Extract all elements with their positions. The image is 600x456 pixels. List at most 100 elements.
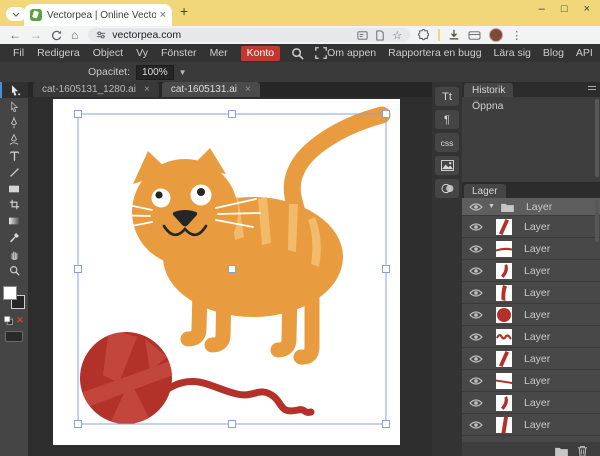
layer-thumbnail[interactable]: [496, 307, 512, 323]
close-tab-icon[interactable]: ×: [160, 9, 166, 21]
menu-item[interactable]: Mer: [210, 47, 228, 59]
visibility-eye-icon[interactable]: [469, 420, 483, 430]
tool-zoom-button[interactable]: [0, 262, 28, 278]
menu-item[interactable]: Redigera: [37, 47, 80, 59]
menu-item[interactable]: Object: [93, 47, 123, 59]
css-panel-button[interactable]: css: [435, 133, 459, 152]
reload-icon[interactable]: [51, 30, 62, 41]
layer-thumbnail[interactable]: [496, 263, 512, 279]
visibility-eye-icon[interactable]: [469, 244, 483, 254]
character-panel-button[interactable]: Tt: [435, 87, 459, 106]
menu-link[interactable]: Lära sig: [494, 47, 531, 59]
menu-item[interactable]: Fönster: [161, 47, 197, 59]
paragraph-panel-button[interactable]: ¶: [435, 110, 459, 129]
close-document-icon[interactable]: ×: [245, 84, 251, 95]
account-menu-button[interactable]: Konto: [241, 46, 280, 61]
shape-panel-button[interactable]: [435, 179, 459, 198]
visibility-eye-icon[interactable]: [469, 332, 483, 342]
search-button[interactable]: [291, 47, 304, 60]
address-bar[interactable]: vectorpea.com ☆: [88, 28, 410, 42]
new-folder-icon[interactable]: [555, 446, 568, 456]
new-tab-button[interactable]: +: [180, 3, 188, 19]
document-tab[interactable]: cat-1605131.ai ×: [162, 82, 260, 97]
reading-mode-icon[interactable]: [357, 30, 368, 41]
visibility-eye-icon[interactable]: [469, 202, 483, 212]
screen-mode-button[interactable]: [5, 331, 23, 342]
layer-thumbnail[interactable]: [496, 351, 512, 367]
tool-eyedropper-button[interactable]: [0, 230, 28, 246]
layer-row[interactable]: Layer: [462, 216, 600, 238]
layer-thumbnail[interactable]: [496, 329, 512, 345]
minimize-button[interactable]: –: [539, 3, 545, 15]
visibility-eye-icon[interactable]: [469, 288, 483, 298]
tab-search-button[interactable]: [6, 7, 26, 21]
layers-panel-tab[interactable]: Lager: [464, 184, 506, 198]
layer-name[interactable]: Layer: [524, 375, 550, 387]
layer-name[interactable]: Layer: [524, 397, 550, 409]
layers-scrollbar[interactable]: [595, 200, 599, 242]
tool-pen-button[interactable]: [0, 115, 28, 131]
layer-name[interactable]: Layer: [524, 265, 550, 277]
browser-menu-kebab-icon[interactable]: ⋮: [511, 29, 522, 42]
layer-thumbnail[interactable]: [496, 395, 512, 411]
layer-row[interactable]: Layer: [462, 414, 600, 436]
close-document-icon[interactable]: ×: [144, 84, 150, 95]
download-icon[interactable]: [448, 29, 460, 41]
menu-link[interactable]: Rapportera en bugg: [388, 47, 481, 59]
tool-direct-select-button[interactable]: [0, 98, 28, 114]
extensions-puzzle-icon[interactable]: [418, 29, 430, 41]
layer-row[interactable]: Layer: [462, 304, 600, 326]
layer-name[interactable]: Layer: [524, 287, 550, 299]
menu-link[interactable]: API: [576, 47, 593, 59]
menu-link[interactable]: Blog: [543, 47, 564, 59]
layer-row[interactable]: Layer: [462, 326, 600, 348]
canvas-area[interactable]: [28, 97, 432, 456]
tool-rectangle-button[interactable]: [0, 180, 28, 196]
layer-thumbnail[interactable]: [496, 285, 512, 301]
browser-tab[interactable]: Vectorpea | Online Vector Edito… ×: [24, 4, 172, 26]
menu-item[interactable]: Fil: [13, 47, 24, 59]
none-color-button[interactable]: ✕: [16, 315, 24, 326]
layer-thumbnail[interactable]: [496, 219, 512, 235]
layer-group-row[interactable]: ▼ Layer: [462, 198, 600, 216]
profile-avatar[interactable]: [489, 28, 503, 42]
forward-button[interactable]: →: [30, 29, 42, 41]
panel-menu-icon[interactable]: [588, 86, 596, 90]
menu-item[interactable]: Vy: [136, 47, 148, 59]
history-panel-tab[interactable]: Historik: [464, 83, 513, 97]
document-icon[interactable]: [375, 30, 385, 41]
visibility-eye-icon[interactable]: [469, 266, 483, 276]
foreground-color-swatch[interactable]: [3, 286, 17, 300]
tool-type-button[interactable]: [0, 148, 28, 164]
visibility-eye-icon[interactable]: [469, 376, 483, 386]
history-scrollbar[interactable]: [595, 99, 599, 177]
layer-thumbnail[interactable]: [496, 373, 512, 389]
history-entry[interactable]: Öppna: [462, 97, 600, 112]
tool-line-button[interactable]: [0, 164, 28, 180]
opacity-value-field[interactable]: 100%: [136, 65, 174, 80]
layer-name[interactable]: Layer: [524, 331, 550, 343]
layer-name[interactable]: Layer: [526, 201, 552, 213]
wallet-icon[interactable]: [468, 30, 481, 41]
layer-row[interactable]: Layer: [462, 392, 600, 414]
layer-name[interactable]: Layer: [524, 419, 550, 431]
visibility-eye-icon[interactable]: [469, 310, 483, 320]
visibility-eye-icon[interactable]: [469, 398, 483, 408]
layer-row[interactable]: Layer: [462, 370, 600, 392]
layer-thumbnail[interactable]: [496, 417, 512, 433]
back-button[interactable]: ←: [9, 29, 21, 41]
tool-move-button[interactable]: [0, 82, 28, 98]
visibility-eye-icon[interactable]: [469, 354, 483, 364]
layer-row-partial[interactable]: [462, 436, 600, 442]
visibility-eye-icon[interactable]: [469, 222, 483, 232]
layer-row[interactable]: Layer: [462, 348, 600, 370]
artboard[interactable]: [53, 99, 400, 445]
image-panel-button[interactable]: [435, 156, 459, 175]
collapse-caret-icon[interactable]: ▼: [488, 203, 495, 210]
opacity-dropdown-icon[interactable]: ▼: [179, 68, 187, 77]
tool-curvature-pen-button[interactable]: [0, 131, 28, 147]
document-tab[interactable]: cat-1605131_1280.ai ×: [33, 82, 159, 97]
layer-row[interactable]: Layer: [462, 238, 600, 260]
tool-artboard-button[interactable]: [0, 197, 28, 213]
delete-layer-trash-icon[interactable]: [577, 445, 588, 456]
